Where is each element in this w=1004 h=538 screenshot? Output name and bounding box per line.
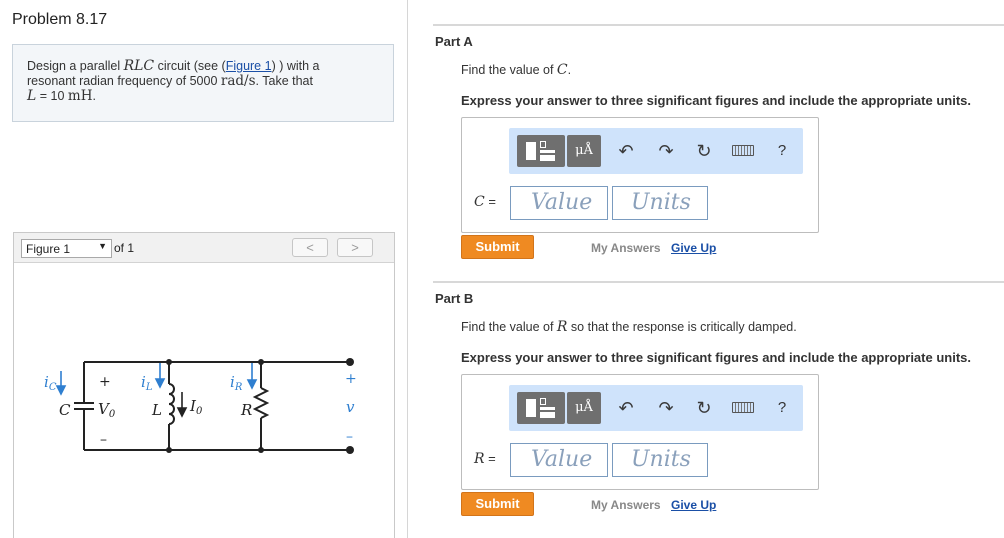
part-b-question: Find the value of R so that the response… xyxy=(461,319,797,335)
part-a-question: Find the value of C. xyxy=(461,62,572,78)
math-toolbar: μÅ ↶ ↷ ↻ ? xyxy=(509,385,803,431)
figure-select[interactable]: Figure 1 ▼ xyxy=(21,239,112,258)
var-rlc: RLC xyxy=(123,58,155,74)
problem-line-3: L = 10 mH. xyxy=(27,88,96,104)
resistor-zigzag xyxy=(252,387,270,419)
part-b-submit-button[interactable]: Submit xyxy=(461,492,534,516)
redo-icon[interactable]: ↷ xyxy=(655,397,677,419)
unit-mh: mH xyxy=(67,88,93,104)
ir-label: iR xyxy=(230,373,243,393)
node-dot xyxy=(258,447,264,453)
help-icon[interactable]: ? xyxy=(771,397,793,419)
part-b-title: Part B xyxy=(435,291,474,306)
i0-arrow-head xyxy=(176,407,188,418)
reset-icon[interactable]: ↻ xyxy=(693,140,715,162)
ir-arrow-head xyxy=(246,379,258,390)
figure-link[interactable]: Figure 1 xyxy=(226,59,272,73)
part-a-submit-button[interactable]: Submit xyxy=(461,235,534,259)
terminal-dot xyxy=(346,446,354,454)
part-b-separator xyxy=(433,281,1004,283)
node-dot xyxy=(258,359,264,365)
ic-label: iC xyxy=(44,373,57,393)
v0-label: V0 xyxy=(98,400,116,420)
reset-icon[interactable]: ↻ xyxy=(693,397,715,419)
part-a-answer-box: μÅ ↶ ↷ ↻ ? C = Value Units xyxy=(461,117,819,233)
part-a-instruction: Express your answer to three significant… xyxy=(461,93,971,108)
node-dot xyxy=(166,359,172,365)
part-a-value-input[interactable]: Value xyxy=(510,186,608,220)
next-figure-button[interactable]: > xyxy=(337,238,373,257)
part-b-units-input[interactable]: Units xyxy=(612,443,708,477)
undo-icon[interactable]: ↶ xyxy=(615,140,637,162)
l-label: L xyxy=(151,401,162,419)
part-b-variable-label: R = xyxy=(474,451,496,467)
dropdown-caret-icon: ▼ xyxy=(98,241,107,251)
keyboard-icon[interactable] xyxy=(730,140,756,162)
part-a-give-up-link[interactable]: Give Up xyxy=(671,241,716,255)
templates-icon[interactable] xyxy=(517,135,565,167)
r-label: R xyxy=(240,401,252,419)
part-a-variable-label: C = xyxy=(474,194,496,210)
part-b-give-up-link[interactable]: Give Up xyxy=(671,498,716,512)
problem-line-1: Design a parallel RLC circuit (see (Figu… xyxy=(27,58,320,74)
figure-count: of 1 xyxy=(114,241,135,255)
il-label: iL xyxy=(141,373,153,393)
var-l: L xyxy=(27,88,37,104)
problem-line-2: resonant radian frequency of 5000 rad/s.… xyxy=(27,73,313,89)
prev-figure-button[interactable]: < xyxy=(292,238,328,257)
c-label: C xyxy=(59,401,71,419)
redo-icon[interactable]: ↷ xyxy=(655,140,677,162)
problem-title: Problem 8.17 xyxy=(12,11,108,28)
part-b-my-answers[interactable]: My Answers xyxy=(591,498,661,512)
answer-column: Part A Find the value of C. Express your… xyxy=(409,0,1004,538)
help-icon[interactable]: ? xyxy=(771,140,793,162)
v-minus-label: – xyxy=(346,429,353,445)
il-arrow-head xyxy=(154,378,166,389)
part-b-answer-box: μÅ ↶ ↷ ↻ ? R = Value Units xyxy=(461,374,819,490)
part-a-title: Part A xyxy=(435,34,473,49)
keyboard-icon[interactable] xyxy=(730,397,756,419)
node-dot xyxy=(166,447,172,453)
i0-label: I0 xyxy=(189,397,203,417)
v-label: v xyxy=(346,398,355,416)
problem-column: Problem 8.17 Design a parallel RLC circu… xyxy=(0,0,408,538)
ic-arrow-head xyxy=(55,385,67,396)
part-b-instruction: Express your answer to three significant… xyxy=(461,350,971,365)
part-a-my-answers[interactable]: My Answers xyxy=(591,241,661,255)
v-plus-label: + xyxy=(345,371,357,387)
problem-statement: Design a parallel RLC circuit (see (Figu… xyxy=(12,44,394,122)
units-icon[interactable]: μÅ xyxy=(567,392,601,424)
circuit-diagram: iC C + V0 – iL L I0 iR R + v – xyxy=(44,358,357,454)
part-b-value-input[interactable]: Value xyxy=(510,443,608,477)
v0-plus-label: + xyxy=(99,374,111,390)
v0-minus-label: – xyxy=(100,432,107,448)
unit-rad-per-s: rad/s xyxy=(220,73,256,89)
figure-panel: Figure 1 ▼ of 1 < > iC C + V0 – iL L I0 … xyxy=(13,232,395,538)
part-a-units-input[interactable]: Units xyxy=(612,186,708,220)
math-toolbar: μÅ ↶ ↷ ↻ ? xyxy=(509,128,803,174)
undo-icon[interactable]: ↶ xyxy=(615,397,637,419)
figure-toolbar: Figure 1 ▼ of 1 < > xyxy=(14,233,394,263)
templates-icon[interactable] xyxy=(517,392,565,424)
inductor-coil xyxy=(168,383,175,425)
part-a-separator xyxy=(433,24,1004,26)
units-icon[interactable]: μÅ xyxy=(567,135,601,167)
terminal-dot xyxy=(346,358,354,366)
